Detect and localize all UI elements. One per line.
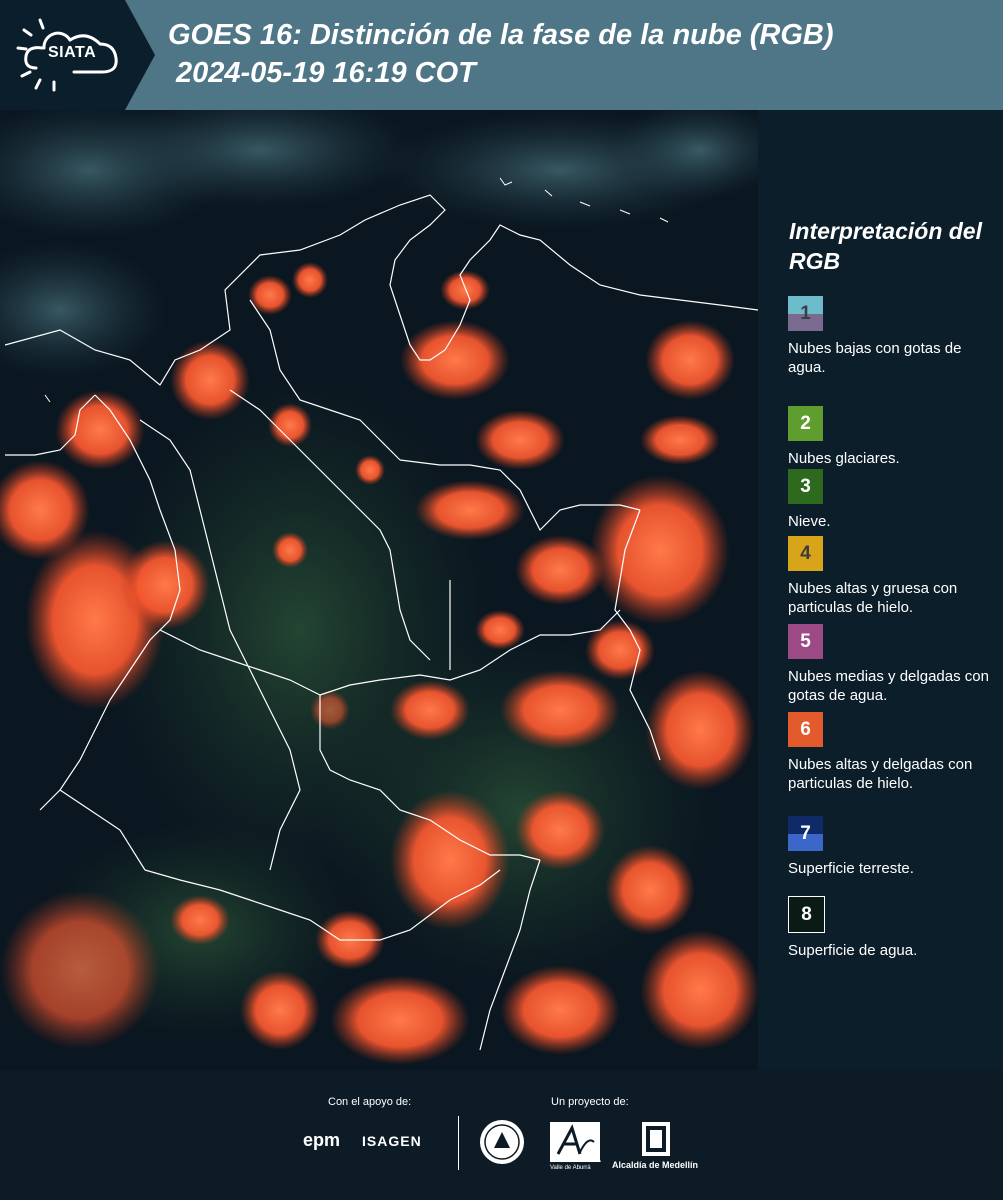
legend-swatch-3: 3 xyxy=(788,469,823,504)
legend-swatch-5: 5 xyxy=(788,624,823,659)
satellite-map[interactable] xyxy=(0,110,758,1070)
legend-swatch-7: 7 xyxy=(788,816,823,851)
satellite-image xyxy=(0,110,758,1070)
siata-logo[interactable]: SIATA xyxy=(0,0,125,110)
legend-item-7: 7 Superficie terreste. xyxy=(788,816,998,878)
legend-panel: Interpretación del RGB 1 Nubes bajas con … xyxy=(758,110,1003,1070)
legend-item-8: 8 Superficie de agua. xyxy=(788,896,998,960)
legend-label: Nubes bajas con gotas de agua. xyxy=(788,340,962,376)
legend-item-6: 6 Nubes altas y delgadas con particulas d… xyxy=(788,712,998,793)
logo-arrow xyxy=(125,0,155,110)
legend-number: 8 xyxy=(801,903,812,925)
legend-label: Nubes medias y delgadas con gotas de agu… xyxy=(788,668,989,704)
legend-swatch-1: 1 xyxy=(788,296,823,331)
page-title: GOES 16: Distinción de la fase de la nub… xyxy=(168,16,834,92)
legend-swatch-2: 2 xyxy=(788,406,823,441)
legend-item-4: 4 Nubes altas y gruesa con particulas de … xyxy=(788,536,998,617)
legend-item-1: 1 Nubes bajas con gotas de agua. xyxy=(788,296,998,377)
legend-item-5: 5 Nubes medias y delgadas con gotas de ag… xyxy=(788,624,998,705)
university-seal-icon[interactable] xyxy=(478,1118,526,1166)
title-line-2: 2024-05-19 16:19 COT xyxy=(176,57,476,89)
medellin-coat-of-arms-icon[interactable] xyxy=(640,1118,672,1158)
legend-swatch-4: 4 xyxy=(788,536,823,571)
footer-divider xyxy=(458,1116,459,1170)
footer: Con el apoyo de: Un proyecto de: epm ISA… xyxy=(0,1070,1003,1200)
legend-title: Interpretación del RGB xyxy=(789,218,982,274)
legend-label: Superficie de agua. xyxy=(788,942,918,959)
epm-logo[interactable]: epm xyxy=(303,1130,340,1151)
logo-text: SIATA xyxy=(48,44,97,61)
isagen-logo[interactable]: ISAGEN xyxy=(362,1133,422,1149)
legend-swatch-6: 6 xyxy=(788,712,823,747)
legend-label: Superficie terreste. xyxy=(788,860,914,877)
legend-label: Nubes altas y delgadas con particulas de… xyxy=(788,756,973,792)
legend-number: 7 xyxy=(800,822,811,844)
header: SIATA GOES 16: Distinción de la fase de … xyxy=(0,0,1003,110)
legend-number: 3 xyxy=(800,475,811,497)
legend-number: 2 xyxy=(800,412,811,434)
support-label: Con el apoyo de: xyxy=(328,1096,412,1108)
title-line-1: GOES 16: Distinción de la fase de la nub… xyxy=(168,19,834,51)
legend-label: Nieve. xyxy=(788,513,831,530)
legend-swatch-8: 8 xyxy=(788,896,825,933)
alcaldia-label: Alcaldía de Medellín xyxy=(612,1160,699,1170)
legend-number: 4 xyxy=(800,542,811,564)
legend-item-3: 3 Nieve. xyxy=(788,469,998,531)
legend-number: 1 xyxy=(800,302,811,324)
legend-label: Nubes glaciares. xyxy=(788,450,900,467)
legend-label: Nubes altas y gruesa con particulas de h… xyxy=(788,580,958,616)
legend-number: 5 xyxy=(800,630,811,652)
legend-item-2: 2 Nubes glaciares. xyxy=(788,406,998,468)
project-label: Un proyecto de: xyxy=(551,1096,629,1108)
legend-number: 6 xyxy=(800,718,811,740)
area-label: METROPOLITANA Valle de Aburrá xyxy=(550,1158,601,1171)
